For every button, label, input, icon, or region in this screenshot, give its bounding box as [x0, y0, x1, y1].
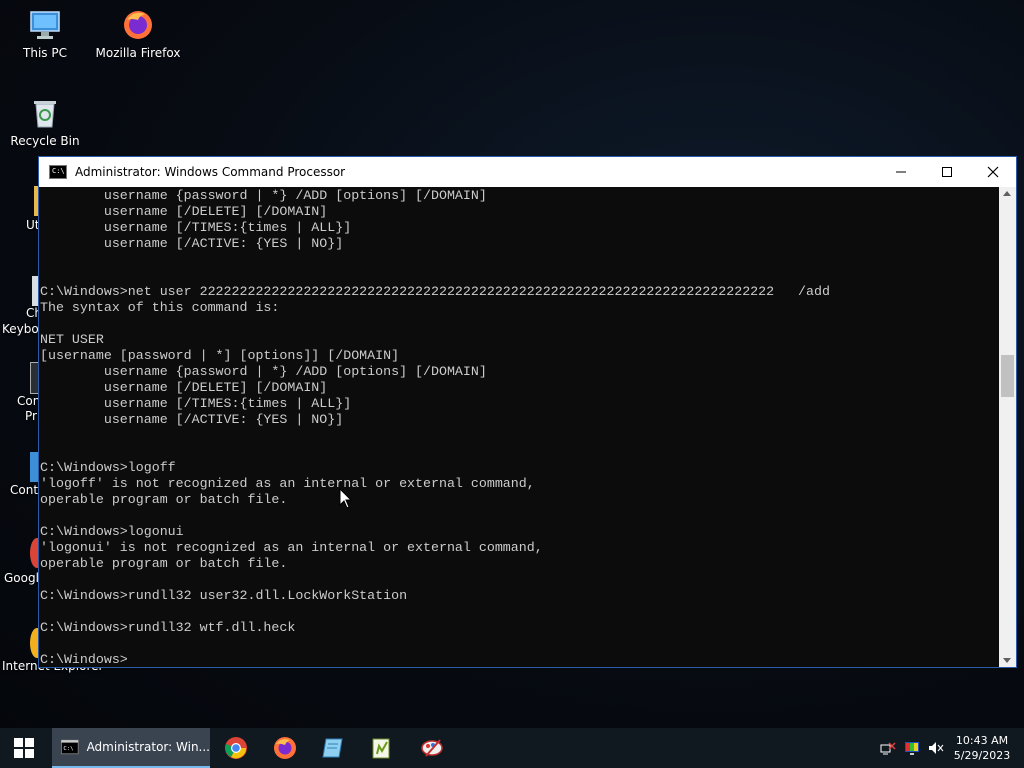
scroll-down-icon[interactable] — [1003, 658, 1011, 663]
desktop-icon-this-pc[interactable]: This PC — [0, 8, 90, 60]
start-button[interactable] — [0, 728, 48, 768]
display-icon[interactable] — [904, 740, 920, 756]
console-line: C:\Windows> — [40, 652, 128, 667]
taskbar-clock[interactable]: 10:43 AM 5/29/2023 — [948, 733, 1016, 763]
console-line: NET USER — [40, 332, 104, 347]
console-line: username [/TIMES:{times | ALL}] — [40, 396, 352, 411]
vertical-scrollbar[interactable] — [999, 187, 1016, 667]
clock-date: 5/29/2023 — [953, 749, 1011, 762]
console-line: 'logoff' is not recognized as an interna… — [40, 476, 535, 491]
console-line: username {password | *} /ADD [options] [… — [40, 364, 487, 379]
this-pc-icon — [28, 8, 62, 42]
network-icon[interactable] — [880, 740, 896, 756]
desktop-icon-label: Mozilla Firefox — [95, 46, 181, 60]
console-line: The syntax of this command is: — [40, 300, 280, 315]
scroll-up-icon[interactable] — [1003, 191, 1011, 196]
console-line: username [/ACTIVE: {YES | NO}] — [40, 412, 344, 427]
console-line: C:\Windows>logonui — [40, 524, 184, 539]
console-line — [40, 604, 830, 620]
maximize-icon — [942, 167, 952, 177]
console-line — [40, 636, 830, 652]
windows-logo-icon — [14, 738, 34, 758]
firefox-icon — [121, 8, 155, 42]
console-line — [40, 508, 830, 524]
minimize-icon — [896, 171, 906, 173]
console-line — [40, 444, 830, 460]
paint-icon[interactable] — [420, 736, 444, 760]
recycle-bin-icon — [28, 96, 62, 130]
console-line: [username [password | *] [options]] [/DO… — [40, 348, 400, 363]
window-title: Administrator: Windows Command Processor — [75, 165, 346, 179]
console-line: username [/DELETE] [/DOMAIN] — [40, 380, 328, 395]
maximize-button[interactable] — [924, 157, 970, 187]
console-lines: username {password | *} /ADD [options] [… — [40, 188, 830, 667]
console-line — [40, 316, 830, 332]
console-line: C:\Windows>logoff — [40, 460, 176, 475]
notepad-icon[interactable] — [321, 736, 345, 760]
console-line: C:\Windows>net user 22222222222222222222… — [40, 284, 830, 299]
taskbar-item-label: Administrator: Win... — [86, 740, 210, 754]
system-tray: 10:43 AM 5/29/2023 — [876, 728, 1024, 768]
taskbar-item-cmd[interactable]: C:\ Administrator: Win... — [52, 728, 210, 768]
console-line: operable program or batch file. — [40, 556, 288, 571]
cmd-app-icon: C:\ — [49, 165, 67, 179]
desktop-partial-label: Googl — [4, 571, 39, 585]
console-line: username [/ACTIVE: {YES | NO}] — [40, 236, 344, 251]
cmd-window[interactable]: C:\ Administrator: Windows Command Proce… — [38, 156, 1017, 668]
cmd-icon: C:\ — [61, 739, 79, 755]
console-output[interactable]: username {password | *} /ADD [options] [… — [39, 187, 999, 667]
mouse-cursor-icon — [339, 488, 353, 509]
close-icon — [987, 166, 999, 178]
console-line: C:\Windows>rundll32 wtf.dll.heck — [40, 620, 296, 635]
desktop-partial-label: Pr — [25, 409, 37, 423]
console-line — [40, 268, 830, 284]
desktop-icon-label: Recycle Bin — [10, 134, 80, 148]
console-line: operable program or batch file. — [40, 492, 288, 507]
firefox-icon[interactable] — [273, 736, 297, 760]
console-line: username [/DELETE] [/DOMAIN] — [40, 204, 328, 219]
chrome-icon[interactable] — [224, 736, 248, 760]
scrollbar-thumb[interactable] — [1001, 355, 1014, 397]
console-line — [40, 572, 830, 588]
console-line: username [/TIMES:{times | ALL}] — [40, 220, 352, 235]
window-titlebar[interactable]: C:\ Administrator: Windows Command Proce… — [39, 157, 1016, 187]
volume-muted-icon[interactable] — [928, 740, 944, 756]
console-line — [40, 252, 830, 268]
desktop-partial-label: Con — [17, 394, 41, 408]
taskbar: C:\ Administrator: Win... 10:43 AM 5/29/… — [0, 728, 1024, 768]
desktop-icon-recycle-bin[interactable]: Recycle Bin — [0, 96, 90, 148]
notepadpp-icon[interactable] — [370, 736, 394, 760]
desktop-icon-firefox[interactable]: Mozilla Firefox — [93, 8, 183, 60]
console-line — [40, 428, 830, 444]
minimize-button[interactable] — [878, 157, 924, 187]
close-button[interactable] — [970, 157, 1016, 187]
svg-text:C:\: C:\ — [63, 746, 73, 752]
console-line: C:\Windows>rundll32 user32.dll.LockWorkS… — [40, 588, 408, 603]
clock-time: 10:43 AM — [955, 734, 1009, 747]
desktop-partial-label: Keybo — [2, 322, 39, 336]
desktop-icon-label: This PC — [23, 46, 67, 60]
console-line: username {password | *} /ADD [options] [… — [40, 188, 487, 203]
console-line: 'logonui' is not recognized as an intern… — [40, 540, 543, 555]
